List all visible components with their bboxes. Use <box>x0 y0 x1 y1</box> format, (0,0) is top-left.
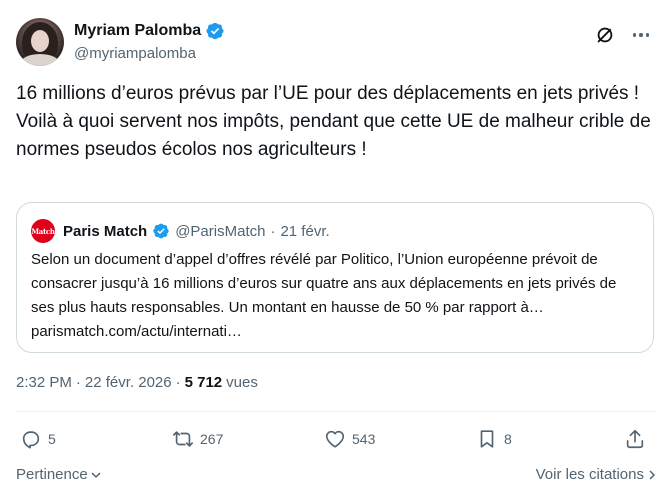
tweet-meta: 2:32 PM · 22 févr. 2026 · 5 712 vues <box>16 374 258 391</box>
grok-icon[interactable] <box>594 24 616 46</box>
like-button[interactable]: 543 <box>324 428 375 450</box>
chevron-right-icon <box>649 469 656 480</box>
bookmark-button[interactable]: 8 <box>476 428 512 450</box>
repost-icon <box>173 431 193 447</box>
action-bar: 5 267 543 8 <box>16 424 656 458</box>
heart-icon <box>325 430 345 448</box>
share-button[interactable] <box>624 428 646 450</box>
verified-badge-icon <box>153 223 169 239</box>
bookmark-count: 8 <box>504 431 512 447</box>
paris-match-logo-icon: Match <box>31 219 55 243</box>
repost-button[interactable]: 267 <box>172 428 223 450</box>
quoted-tweet-card[interactable]: Match Paris Match @ParisMatch · 21 févr.… <box>16 202 654 353</box>
quoted-author-handle: @ParisMatch <box>175 222 266 240</box>
avatar[interactable] <box>16 18 64 66</box>
author-handle[interactable]: @myriampalomba <box>74 45 196 62</box>
more-options-icon[interactable] <box>630 24 652 46</box>
separator-dot: · <box>270 222 276 240</box>
repost-count: 267 <box>200 431 224 447</box>
sort-label: Pertinence <box>16 466 88 483</box>
chevron-down-icon <box>91 471 101 478</box>
sort-dropdown[interactable]: Pertinence <box>16 466 102 483</box>
divider <box>16 411 656 412</box>
quoted-author-name: Paris Match <box>63 222 148 240</box>
views-count: 5 712 <box>184 374 223 391</box>
tweet-paragraph: 16 millions d’euros prévus par l’UE pour… <box>16 83 640 104</box>
tweet-header: Myriam Palomba @myriampalomba <box>16 16 656 66</box>
tweet-text: 16 millions d’euros prévus par l’UE pour… <box>16 80 652 164</box>
separator-dot: · <box>75 374 81 391</box>
tweet-paragraph: Voilà à quoi servent nos impôts, pendant… <box>16 111 651 160</box>
view-quotes-label: Voir les citations <box>535 466 644 483</box>
reply-button[interactable]: 5 <box>20 428 56 450</box>
view-quotes-link[interactable]: Voir les citations <box>536 466 658 483</box>
like-count: 543 <box>352 431 376 447</box>
quoted-tweet-date: 21 févr. <box>280 222 330 240</box>
reply-icon <box>22 431 40 449</box>
quoted-tweet-header: Match Paris Match @ParisMatch · 21 févr. <box>31 219 330 243</box>
bookmark-icon <box>480 430 494 448</box>
author-display-name[interactable]: Myriam Palomba <box>74 22 201 40</box>
views-label: vues <box>226 374 258 391</box>
tweet-date[interactable]: 22 févr. 2026 <box>85 374 172 391</box>
reply-count: 5 <box>48 431 56 447</box>
quoted-tweet-text: Selon un document d’appel d’offres révél… <box>31 251 617 340</box>
verified-badge-icon <box>206 22 224 40</box>
author-name-row: Myriam Palomba <box>74 21 225 41</box>
separator-dot: · <box>175 374 181 391</box>
tweet-time[interactable]: 2:32 PM <box>16 374 72 391</box>
share-icon <box>626 429 644 449</box>
